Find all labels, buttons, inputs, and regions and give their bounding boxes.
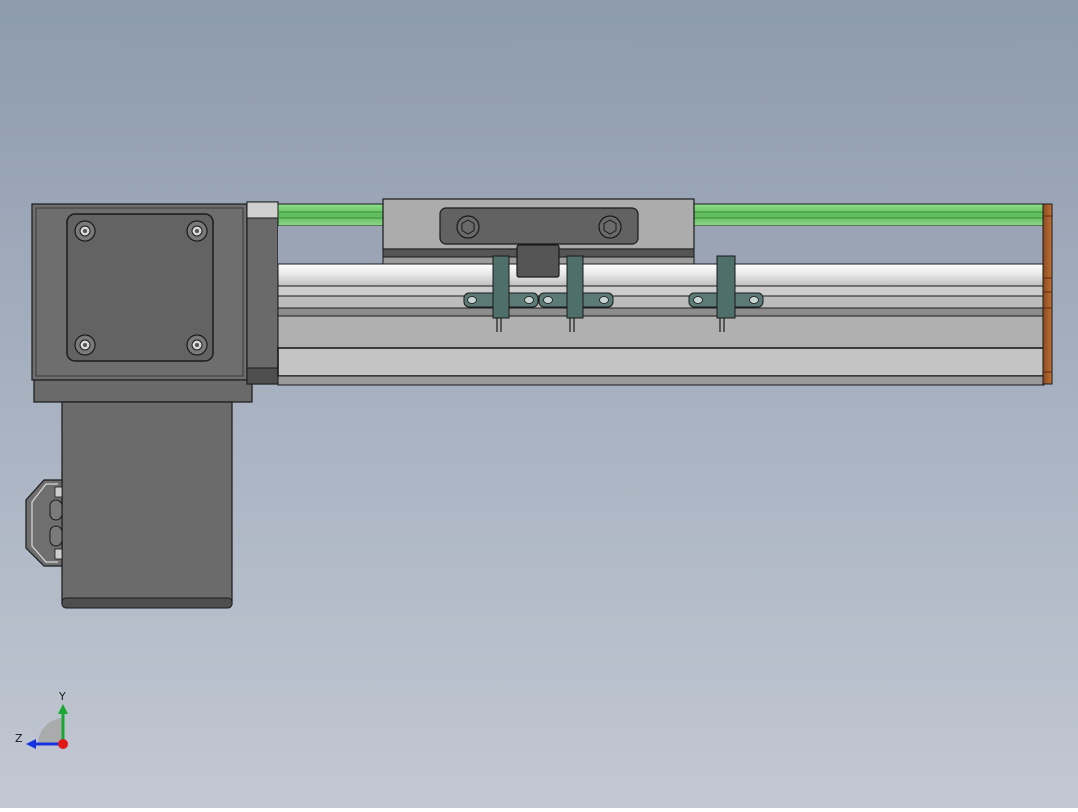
cover-plate[interactable] [66,213,214,362]
axis-y-label: Y [58,690,66,703]
cad-viewport[interactable]: Y Z [0,0,1078,808]
adapter-flange[interactable] [246,201,279,385]
screw-icon [74,220,96,242]
screw-icon [186,220,208,242]
hex-bolt-icon [598,215,622,239]
hex-bolt-icon [456,215,480,239]
screw-icon [74,334,96,356]
motor-body[interactable] [61,401,233,609]
axis-z-label: Z [15,732,23,745]
end-cap[interactable] [1042,203,1053,385]
screw-icon [186,334,208,356]
